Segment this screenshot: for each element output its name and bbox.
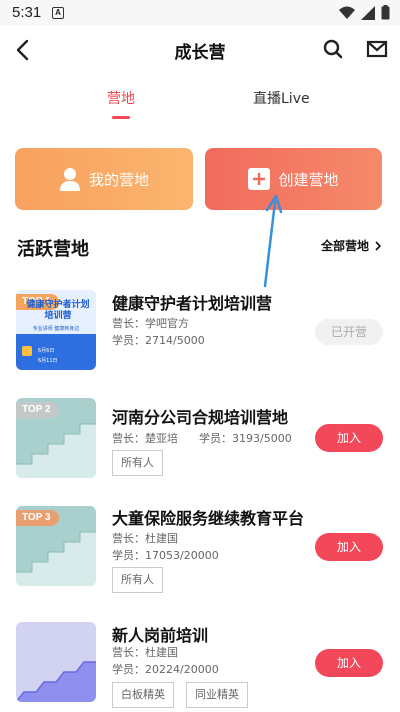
pointer-arrow-icon	[263, 194, 283, 288]
active-tab-indicator	[112, 116, 130, 119]
campus-leader: 营长：杜建国	[112, 646, 178, 659]
status-time: 5:31	[12, 4, 42, 21]
opened-button[interactable]: 已开营	[315, 319, 383, 345]
campus-members: 学员：2714/5000	[112, 334, 205, 347]
campus-leader: 营长：杜建国	[112, 532, 178, 545]
audience-tag: 所有人	[112, 567, 163, 593]
thumb-subtitle: 专业讲师 健康到身边	[32, 326, 80, 332]
search-icon[interactable]	[322, 38, 344, 60]
campus-thumbnail: TOP 1 健康守护者计划培训营 专业讲师 健康到身边 6月6日 6月11日	[16, 290, 96, 370]
all-campus-link[interactable]: 全部营地	[321, 237, 384, 254]
campus-members: 学员：17053/20000	[112, 549, 219, 562]
notification-icon: A	[52, 7, 64, 19]
join-button[interactable]: 加入	[315, 424, 383, 452]
campus-leader: 营长：楚亚培	[112, 432, 178, 445]
campus-title: 河南分公司合规培训营地	[112, 408, 289, 427]
audience-tag: 所有人	[112, 450, 163, 476]
audience-tag: 白板精英	[112, 682, 174, 708]
campus-thumbnail	[16, 622, 96, 702]
status-icons	[339, 5, 390, 20]
campus-title: 新人岗前培训	[112, 626, 209, 645]
campus-title: 大童保险服务继续教育平台	[112, 509, 305, 528]
rank-badge: TOP 3	[16, 510, 59, 526]
user-icon	[59, 166, 81, 192]
nav-bar: 成长营	[0, 26, 400, 74]
campus-thumbnail: TOP 3	[16, 506, 96, 586]
tab-live[interactable]: 直播Live	[253, 88, 310, 108]
wifi-icon	[339, 6, 355, 19]
rank-badge: TOP 2	[16, 402, 59, 418]
section-title: 活跃营地	[17, 239, 89, 260]
campus-card[interactable]: TOP 2 河南分公司合规培训营地 营长：楚亚培 学员：3193/5000 所有…	[0, 398, 400, 508]
thumb-date-2: 6月11日	[38, 358, 58, 364]
battery-icon	[381, 5, 390, 20]
signal-icon	[361, 5, 375, 20]
tab-campus[interactable]: 营地	[107, 88, 135, 108]
campus-leader: 营长：学吧官方	[112, 317, 189, 330]
campus-card[interactable]: 新人岗前培训 营长：杜建国 学员：20224/20000 白板精英 同业精英 加…	[0, 622, 400, 712]
add-square-icon	[248, 168, 271, 190]
campus-title: 健康守护者计划培训营	[112, 294, 273, 313]
join-button[interactable]: 加入	[315, 533, 383, 561]
audience-tag: 同业精英	[186, 682, 248, 708]
create-campus-label: 创建营地	[278, 170, 339, 189]
tab-bar: 营地 直播Live	[0, 78, 400, 124]
all-campus-label: 全部营地	[321, 239, 370, 253]
campus-card[interactable]: TOP 3 大童保险服务继续教育平台 营长：杜建国 学员：17053/20000…	[0, 506, 400, 616]
mail-icon[interactable]	[366, 38, 388, 60]
campus-members: 学员：3193/5000	[199, 432, 292, 445]
status-bar: 5:31 A	[0, 0, 400, 26]
campus-thumbnail: TOP 2	[16, 398, 96, 478]
join-button[interactable]: 加入	[315, 649, 383, 677]
my-campus-button[interactable]: 我的营地	[15, 148, 193, 210]
campus-members: 学员：20224/20000	[112, 663, 219, 676]
thumb-date-1: 6月6日	[38, 348, 55, 354]
my-campus-label: 我的营地	[88, 170, 149, 189]
chevron-right-icon	[375, 240, 382, 251]
thumb-headline: 健康守护者计划培训营	[26, 300, 90, 321]
campus-card[interactable]: TOP 1 健康守护者计划培训营 专业讲师 健康到身边 6月6日 6月11日 健…	[0, 290, 400, 400]
